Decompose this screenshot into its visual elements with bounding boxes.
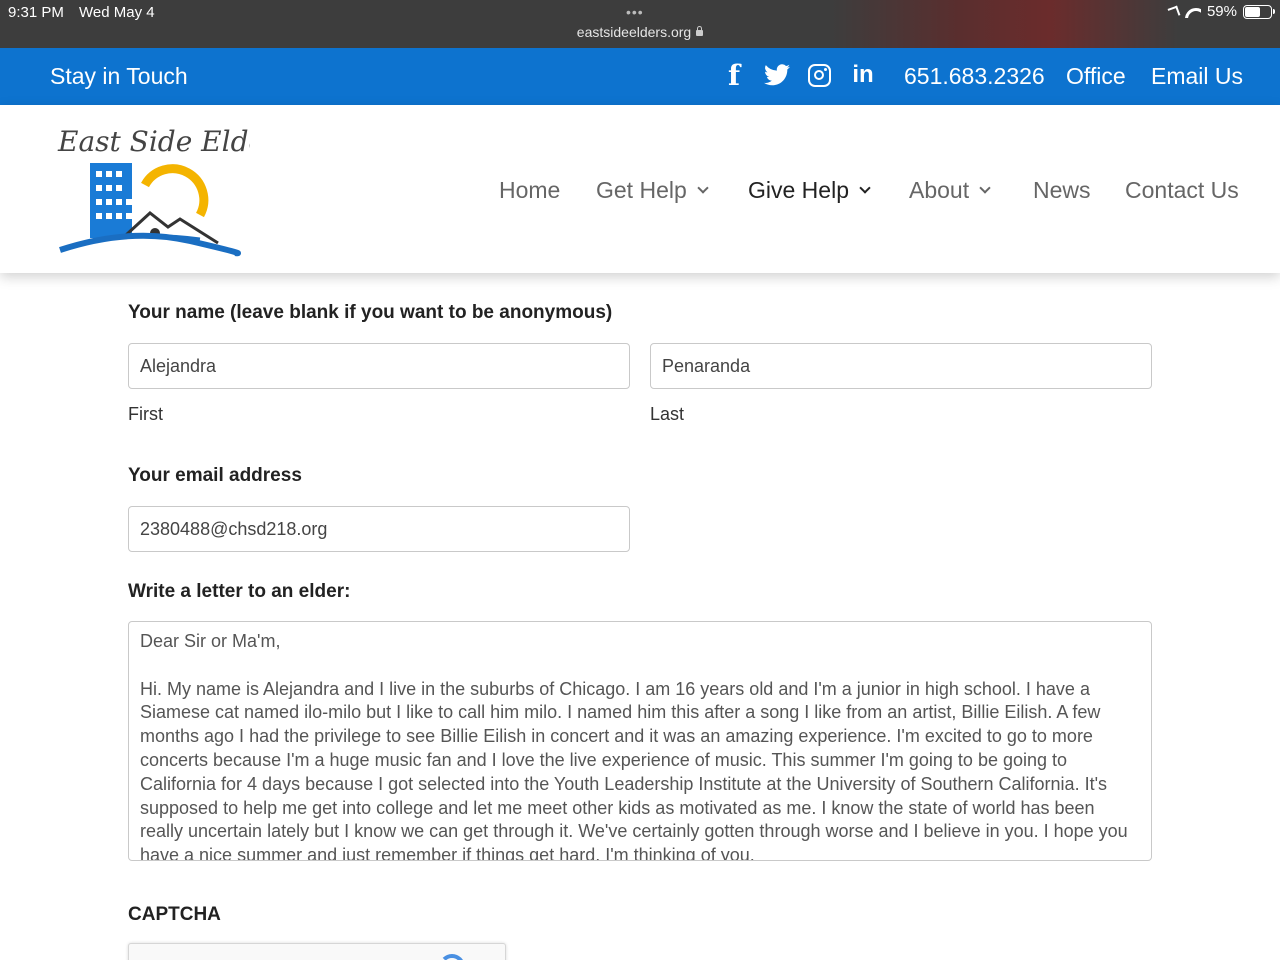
east-side-elders-logo[interactable]: East Side Elders bbox=[50, 115, 293, 267]
chevron-down-icon bbox=[697, 181, 709, 194]
facebook-icon[interactable]: f bbox=[721, 59, 747, 92]
logo-text: East Side Elders bbox=[57, 125, 250, 158]
lock-icon bbox=[696, 26, 704, 36]
chevron-down-icon bbox=[979, 181, 991, 194]
status-indicators: 59% bbox=[1167, 3, 1275, 20]
linkedin-icon[interactable]: in bbox=[850, 61, 876, 88]
site-header: East Side Elders Home Get Help Give Help… bbox=[0, 105, 1280, 273]
status-date: Wed May 4 bbox=[79, 4, 155, 21]
wifi-icon bbox=[1184, 6, 1201, 18]
letter-textarea[interactable]: Dear Sir or Ma'm, Hi. My name is Alejand… bbox=[128, 621, 1152, 861]
battery-icon bbox=[1243, 4, 1275, 19]
url-text: eastsideelders.org bbox=[576, 24, 692, 40]
instagram-icon[interactable] bbox=[806, 62, 832, 88]
nav-news[interactable]: News bbox=[1033, 177, 1091, 204]
ios-status-bar: 9:31 PM Wed May 4 ••• eastsideelders.org… bbox=[0, 0, 1280, 48]
location-icon bbox=[1167, 5, 1181, 18]
multitask-dots-icon[interactable]: ••• bbox=[626, 4, 644, 20]
captcha-label: CAPTCHA bbox=[128, 904, 221, 925]
email-label: Your email address bbox=[128, 465, 302, 486]
email-us-link[interactable]: Email Us bbox=[1151, 63, 1243, 90]
battery-percent: 59% bbox=[1206, 3, 1237, 20]
last-name-sublabel: Last bbox=[650, 404, 685, 424]
email-input[interactable] bbox=[128, 506, 630, 552]
name-label: Your name (leave blank if you want to be… bbox=[128, 302, 613, 323]
letter-label: Write a letter to an elder: bbox=[128, 581, 351, 602]
chevron-down-icon bbox=[859, 181, 871, 194]
stay-in-touch-title: Stay in Touch bbox=[50, 63, 188, 89]
phone-link[interactable]: 651.683.2326 bbox=[904, 63, 1045, 90]
url-bar[interactable]: eastsideelders.org bbox=[0, 24, 1280, 40]
recaptcha-widget[interactable] bbox=[128, 943, 506, 960]
top-contact-bar: Stay in Touch f in 651.683.2326 Office E… bbox=[0, 48, 1280, 105]
nav-about[interactable]: About bbox=[909, 177, 991, 204]
office-link[interactable]: Office bbox=[1066, 63, 1126, 90]
first-name-input[interactable] bbox=[128, 343, 630, 389]
status-time: 9:31 PM bbox=[8, 4, 64, 21]
twitter-icon[interactable] bbox=[764, 62, 790, 88]
recaptcha-icon bbox=[439, 954, 465, 960]
nav-home[interactable]: Home bbox=[499, 177, 560, 204]
nav-contact-us[interactable]: Contact Us bbox=[1125, 177, 1239, 204]
nav-give-help[interactable]: Give Help bbox=[748, 177, 871, 204]
last-name-input[interactable] bbox=[650, 343, 1152, 389]
first-name-sublabel: First bbox=[128, 404, 163, 424]
nav-get-help[interactable]: Get Help bbox=[596, 177, 709, 204]
